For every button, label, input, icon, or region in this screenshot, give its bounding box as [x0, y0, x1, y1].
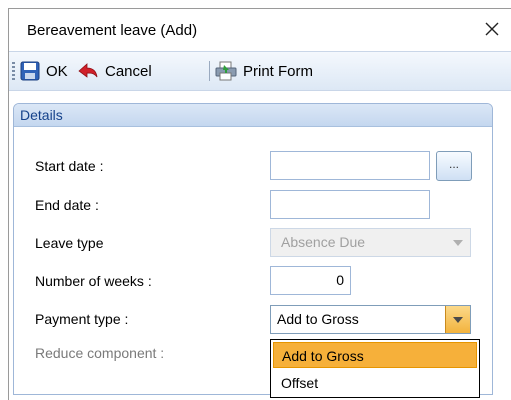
window-title: Bereavement leave (Add)	[27, 22, 198, 39]
back-arrow-icon	[78, 63, 98, 78]
start-date-field[interactable]	[270, 151, 430, 180]
start-date-picker-button[interactable]: ...	[436, 151, 472, 181]
number-of-weeks-label: Number of weeks :	[35, 273, 152, 289]
payment-type-value: Add to Gross	[277, 311, 359, 327]
number-of-weeks-value: 0	[336, 272, 344, 288]
toolbar-grip[interactable]	[12, 62, 15, 80]
end-date-field[interactable]	[270, 190, 430, 219]
details-panel-title: Details	[14, 104, 492, 127]
ok-button[interactable]: OK	[20, 59, 68, 83]
close-icon	[485, 22, 499, 36]
toolbar-separator	[209, 61, 210, 81]
ok-label: OK	[46, 62, 68, 80]
option-offset[interactable]: Offset	[273, 370, 477, 396]
save-icon	[20, 61, 40, 81]
payment-type-dropdown-button[interactable]	[445, 306, 470, 333]
end-date-label: End date :	[35, 197, 99, 213]
start-date-label: Start date :	[35, 158, 104, 174]
print-icon	[215, 61, 237, 81]
number-of-weeks-field[interactable]: 0	[270, 266, 351, 295]
leave-type-label: Leave type	[35, 235, 104, 251]
print-form-button[interactable]: Print Form	[215, 59, 313, 83]
leave-type-dropdown-button[interactable]	[446, 229, 470, 256]
leave-type-value: Absence Due	[281, 234, 366, 250]
option-add-to-gross[interactable]: Add to Gross	[273, 342, 477, 368]
close-button[interactable]	[478, 15, 506, 43]
title-bar: Bereavement leave (Add)	[9, 9, 511, 51]
payment-type-select[interactable]: Add to Gross	[270, 305, 471, 334]
reduce-component-label: Reduce component :	[35, 345, 165, 361]
payment-type-label: Payment type :	[35, 311, 129, 327]
print-form-label: Print Form	[243, 62, 314, 80]
chevron-down-icon	[453, 316, 463, 323]
cancel-button[interactable]: Cancel	[77, 59, 152, 83]
cancel-label: Cancel	[105, 62, 152, 80]
chevron-down-icon	[453, 239, 463, 246]
leave-type-select[interactable]: Absence Due	[270, 228, 471, 257]
toolbar: OK Cancel Print Form	[9, 51, 511, 91]
payment-type-options-list: Add to Gross Offset	[270, 339, 480, 398]
